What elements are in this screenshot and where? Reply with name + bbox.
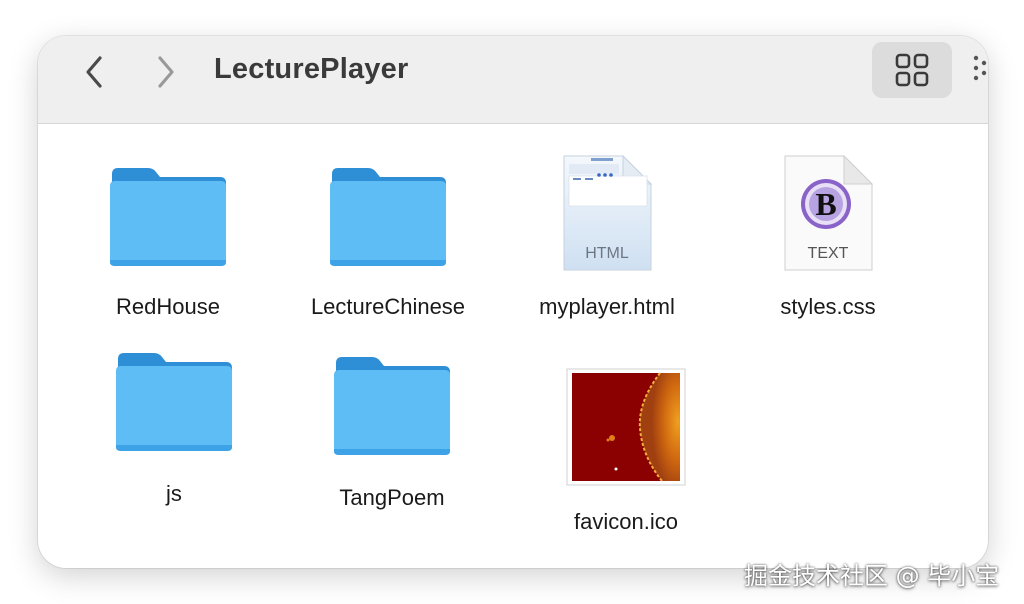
finder-window: LecturePlayer RedHouse LectureChinese HT… [38,36,988,568]
folder-icon [334,357,450,455]
watermark: 掘金技术社区 @ 毕小宝 [744,562,1000,590]
more-options-button[interactable] [972,54,988,84]
chevron-left-icon [86,56,102,88]
grid-view-icon [895,53,929,87]
file-name: RedHouse [116,294,220,319]
file-badge: HTML [585,245,629,262]
file-name: styles.css [780,294,876,319]
file-name: js [166,481,182,506]
file-item-favicon[interactable]: favicon.ico [566,368,686,538]
file-name: LectureChinese [310,294,466,319]
text-document-icon: B TEXT [784,154,874,271]
html-document-icon: HTML [563,154,653,271]
file-name: TangPoem [339,485,445,510]
chevron-right-icon [158,56,174,88]
folder-icon [110,168,226,266]
folder-icon [330,168,446,266]
file-name: myplayer.html [539,294,675,319]
file-badge: TEXT [808,245,849,262]
file-item-js[interactable]: js [114,349,234,509]
file-item-tangpoem[interactable]: TangPoem [332,353,452,513]
folder-icon [116,353,232,451]
file-name: favicon.ico [574,509,678,534]
toolbar: LecturePlayer [38,36,988,124]
file-item-styles-css[interactable]: B TEXT styles.css [780,152,876,332]
svg-text:B: B [815,186,836,222]
file-item-myplayer-html[interactable]: HTML myplayer.html [539,152,675,332]
window-title: LecturePlayer [214,53,409,85]
more-dots-icon [973,55,987,81]
bbedit-icon: B [801,179,851,229]
back-button[interactable] [74,52,114,92]
icon-view-button[interactable] [872,42,952,98]
file-item-lecturechinese[interactable]: LectureChinese [311,164,465,324]
file-item-redhouse[interactable]: RedHouse [108,164,228,324]
forward-button[interactable] [146,52,186,92]
image-thumbnail-icon [566,368,686,486]
